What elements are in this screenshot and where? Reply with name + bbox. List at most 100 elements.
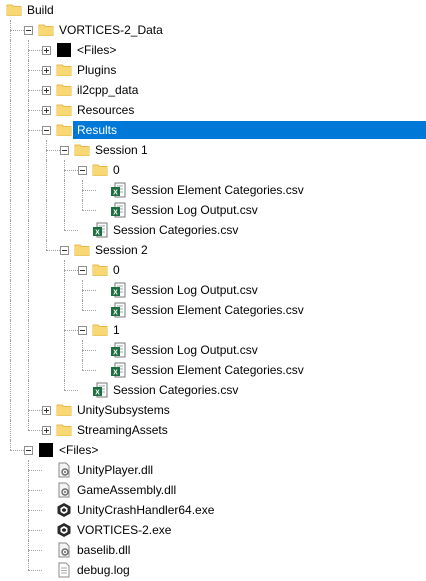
- tree-connector-line: [10, 120, 11, 140]
- excel-csv-icon: X: [110, 202, 126, 218]
- tree-connector-line: [10, 240, 11, 260]
- tree-item[interactable]: il2cpp_data: [0, 80, 426, 100]
- tree-item[interactable]: X Session Categories.csv: [0, 380, 426, 400]
- tree-item[interactable]: Build: [0, 0, 426, 20]
- tree-connector-line: [82, 290, 96, 291]
- tree-item[interactable]: 0: [0, 160, 426, 180]
- tree-item[interactable]: GameAssembly.dll: [0, 480, 426, 500]
- tree-connector-line: [10, 420, 11, 440]
- tree-item[interactable]: <Files>: [0, 440, 426, 460]
- tree-item[interactable]: UnityPlayer.dll: [0, 460, 426, 480]
- collapse-toggle-icon[interactable]: [24, 26, 33, 35]
- collapse-toggle-icon[interactable]: [42, 126, 51, 135]
- tree-item[interactable]: UnityCrashHandler64.exe: [0, 500, 426, 520]
- collapse-toggle-icon[interactable]: [78, 166, 87, 175]
- tree-connector-line: [64, 280, 65, 300]
- folder-icon: [56, 422, 72, 438]
- tree-connector-line: [28, 360, 29, 380]
- expand-toggle-icon[interactable]: [42, 406, 51, 415]
- collapse-toggle-icon[interactable]: [60, 246, 69, 255]
- tree-connector-line: [10, 140, 11, 160]
- tree-item[interactable]: X Session Log Output.csv: [0, 200, 426, 220]
- collapse-toggle-icon[interactable]: [78, 266, 87, 275]
- tree-connector-line: [10, 180, 11, 200]
- tree-item[interactable]: Session 2: [0, 240, 426, 260]
- expand-toggle-icon[interactable]: [42, 426, 51, 435]
- svg-text:X: X: [113, 369, 118, 376]
- folder-icon: [56, 102, 72, 118]
- tree-connector-line: [10, 80, 11, 100]
- tree-item[interactable]: 1: [0, 320, 426, 340]
- tree-connector-line: [28, 410, 42, 411]
- tree-connector-line: [28, 490, 42, 491]
- tree-connector-line: [46, 150, 60, 151]
- unity-exe-icon: [56, 522, 72, 538]
- tree-connector-line: [64, 380, 65, 390]
- tree-connector-line: [46, 180, 47, 200]
- tree-connector-line: [28, 570, 42, 571]
- tree-item-label: baselib.dll: [77, 543, 131, 557]
- tree-item-label: VORTICES-2.exe: [77, 523, 172, 537]
- tree-item-label: Session Element Categories.csv: [131, 363, 304, 377]
- tree-item-label: VORTICES-2_Data: [59, 23, 163, 37]
- tree-item[interactable]: Results: [0, 120, 426, 140]
- tree-connector-line: [28, 140, 29, 160]
- tree-connector-line: [28, 380, 29, 400]
- expand-toggle-icon[interactable]: [42, 66, 51, 75]
- tree-item[interactable]: X Session Element Categories.csv: [0, 180, 426, 200]
- collapse-toggle-icon[interactable]: [60, 146, 69, 155]
- selection-highlight: [73, 121, 426, 139]
- tree-connector-line: [28, 200, 29, 220]
- tree-item[interactable]: VORTICES-2_Data: [0, 20, 426, 40]
- tree-connector-line: [10, 300, 11, 320]
- tree-connector-line: [28, 50, 42, 51]
- tree-item-label: il2cpp_data: [77, 83, 139, 97]
- tree-item-label: 0: [113, 163, 120, 177]
- tree-item[interactable]: X Session Log Output.csv: [0, 280, 426, 300]
- tree-item-label: Session 1: [95, 143, 148, 157]
- tree-item[interactable]: X Session Categories.csv: [0, 220, 426, 240]
- tree-item[interactable]: Session 1: [0, 140, 426, 160]
- tree-connector-line: [10, 60, 11, 80]
- tree-item-label: Results: [77, 123, 118, 137]
- tree-item[interactable]: X Session Element Categories.csv: [0, 360, 426, 380]
- tree-connector-line: [82, 190, 96, 191]
- tree-item-label: Plugins: [77, 63, 117, 77]
- tree-connector-line: [10, 450, 24, 451]
- tree-item[interactable]: Plugins: [0, 60, 426, 80]
- tree-item-label: Resources: [77, 103, 135, 117]
- tree-item-label: <Files>: [59, 443, 99, 457]
- collapse-toggle-icon[interactable]: [24, 446, 33, 455]
- tree-item[interactable]: baselib.dll: [0, 540, 426, 560]
- tree-connector-line: [64, 390, 78, 391]
- tree-item[interactable]: 0: [0, 260, 426, 280]
- tree-item-label: UnityPlayer.dll: [77, 463, 154, 477]
- expand-toggle-icon[interactable]: [42, 46, 51, 55]
- expand-toggle-icon[interactable]: [42, 86, 51, 95]
- tree-item[interactable]: StreamingAssets: [0, 420, 426, 440]
- tree-connector-line: [28, 260, 29, 280]
- excel-csv-icon: X: [110, 362, 126, 378]
- tree-item-label: debug.log: [77, 563, 130, 577]
- tree-connector-line: [28, 180, 29, 200]
- folder-icon: [6, 2, 22, 18]
- tree-item[interactable]: Resources: [0, 100, 426, 120]
- tree-connector-line: [10, 200, 11, 220]
- tree-connector-line: [28, 530, 42, 531]
- tree-item-label: 1: [113, 323, 120, 337]
- excel-csv-icon: X: [110, 282, 126, 298]
- tree-item[interactable]: VORTICES-2.exe: [0, 520, 426, 540]
- tree-connector-line: [10, 280, 11, 300]
- svg-text:X: X: [95, 389, 100, 396]
- expand-toggle-icon[interactable]: [42, 106, 51, 115]
- collapse-toggle-icon[interactable]: [78, 326, 87, 335]
- tree-item[interactable]: debug.log: [0, 560, 426, 580]
- tree-connector-line: [28, 280, 29, 300]
- tree-item[interactable]: X Session Element Categories.csv: [0, 300, 426, 320]
- tree-connector-line: [46, 220, 47, 240]
- tree-item[interactable]: X Session Log Output.csv: [0, 340, 426, 360]
- tree-connector-line: [64, 270, 78, 271]
- tree-connector-line: [46, 160, 47, 180]
- tree-item[interactable]: UnitySubsystems: [0, 400, 426, 420]
- tree-item[interactable]: <Files>: [0, 40, 426, 60]
